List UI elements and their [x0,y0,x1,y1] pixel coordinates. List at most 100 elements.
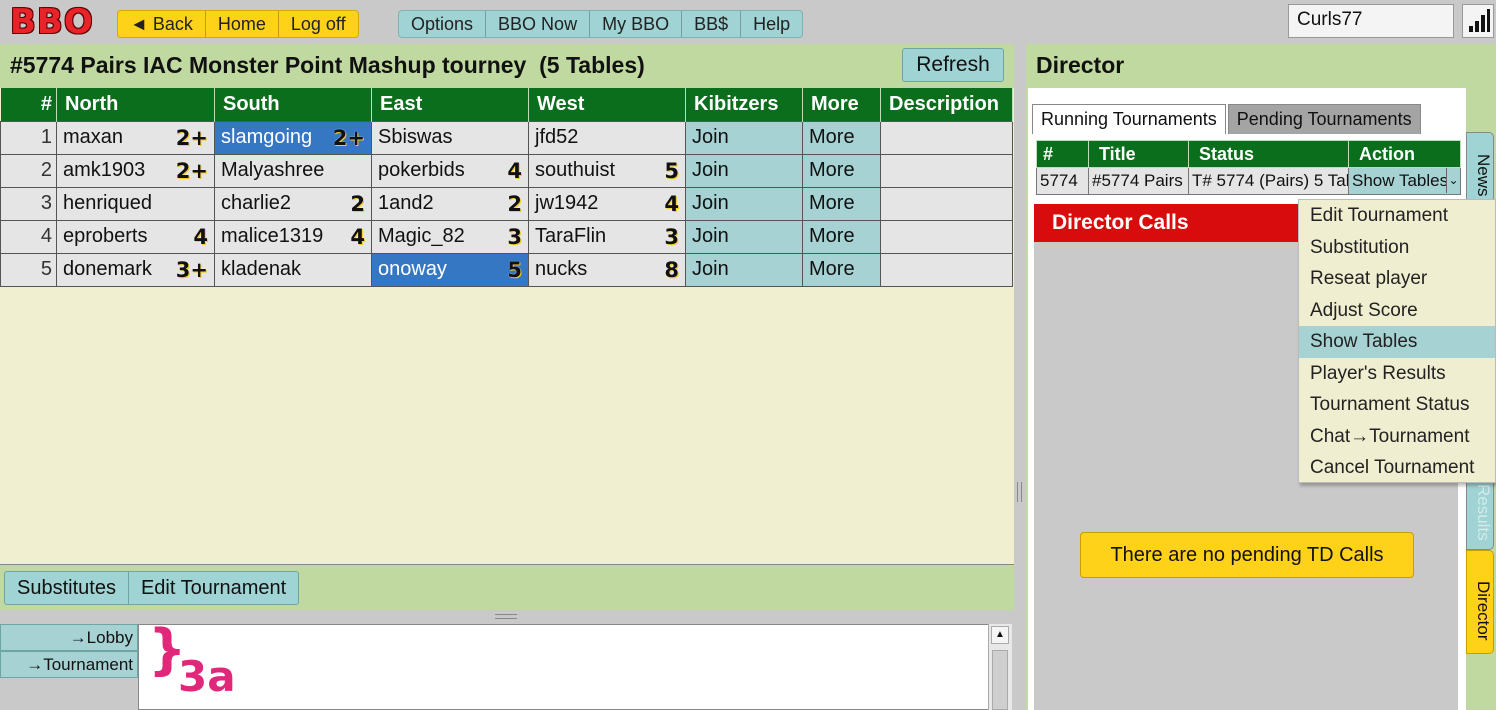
menu-item[interactable]: Player's Results [1299,358,1495,390]
logoff-button[interactable]: Log off [279,11,358,37]
home-button[interactable]: Home [206,11,279,37]
col-kibitzers[interactable]: Kibitzers [685,88,803,121]
table-row[interactable]: 2 amk1903 2+ Malyashree pokerbids 4 southuist 5… [0,153,1013,188]
scroll-thumb[interactable] [992,650,1008,710]
skill-level-badge: 4 [193,224,208,249]
more-link[interactable]: More [802,120,881,155]
table-row[interactable]: 3 henriqued charlie2 2 1and2 2 jw1942 4 Join More [0,186,1013,221]
seat-east[interactable]: pokerbids 4 [371,153,529,188]
scroll-up-icon[interactable]: ▲ [991,626,1009,644]
seat-north[interactable]: amk1903 2+ [56,153,215,188]
seat-north[interactable]: maxan 2+ [56,120,215,155]
tab-pending-tournaments[interactable]: Pending Tournaments [1227,104,1421,134]
player-name: Malyashree [221,159,325,181]
more-link[interactable]: More [802,219,881,254]
col-more[interactable]: More [802,88,881,121]
more-link[interactable]: More [802,252,881,287]
table-row[interactable]: 5 donemark 3+ kladenak onoway 5 nucks 8 Join More [0,252,1013,287]
table-row[interactable]: 5774 #5774 Pairs IAC Monster Point Mashu… [1036,167,1461,195]
skill-level-badge: 3+ [175,257,208,282]
menu-item[interactable]: Cancel Tournament [1299,452,1495,484]
substitutes-button[interactable]: Substitutes [5,572,129,604]
seat-south[interactable]: charlie2 2 [214,186,372,221]
more-link[interactable]: More [802,153,881,188]
side-tab-director[interactable]: Director [1466,550,1494,654]
menu-item[interactable]: Chat→Tournament [1299,421,1495,453]
bb-dollars-button[interactable]: BB$ [682,11,742,37]
refresh-button[interactable]: Refresh [902,48,1004,82]
seat-north[interactable]: henriqued [56,186,215,221]
join-link[interactable]: Join [685,153,803,188]
table-header-row: # North South East West Kibitzers More D… [0,88,1013,121]
seat-south[interactable]: slamgoing 2+ [214,120,372,155]
more-link[interactable]: More [802,186,881,221]
menu-item[interactable]: Adjust Score [1299,295,1495,327]
chevron-down-icon[interactable]: ⌄ [1446,168,1460,193]
join-link[interactable]: Join [685,252,803,287]
table-row[interactable]: 4 eproberts 4 malice1319 4 Magic_82 3 TaraFlin 3… [0,219,1013,254]
seat-west[interactable]: southuist 5 [528,153,686,188]
seat-west[interactable]: nucks 8 [528,252,686,287]
menu-item[interactable]: Show Tables [1299,326,1495,358]
col-status[interactable]: Status [1188,140,1349,168]
bbo-now-button[interactable]: BBO Now [486,11,591,37]
join-link[interactable]: Join [685,219,803,254]
action-select[interactable]: Show Tables ⌄ [1348,167,1461,195]
seat-east[interactable]: 1and2 2 [371,186,529,221]
menu-item[interactable]: Tournament Status [1299,389,1495,421]
col-id[interactable]: # [1036,140,1089,168]
running-tournaments-table: # Title Status Action 5774 #5774 Pairs I… [1036,140,1461,195]
table-number: 2 [0,153,57,188]
my-bbo-button[interactable]: My BBO [590,11,683,37]
seat-west[interactable]: TaraFlin 3 [528,219,686,254]
seat-east[interactable]: Magic_82 3 [371,219,529,254]
chat-to-lobby[interactable]: →Lobby [0,624,138,651]
seat-east[interactable]: onoway 5 [371,252,529,287]
description-cell [880,186,1013,221]
signal-strength-icon[interactable] [1462,4,1494,38]
options-button[interactable]: Options [399,11,487,37]
director-tabs: Running Tournaments Pending Tournaments [1032,104,1423,134]
col-title[interactable]: Title [1088,140,1189,168]
edit-tournament-button[interactable]: Edit Tournament [129,572,298,604]
skill-level-badge: 2 [350,191,365,216]
menu-item[interactable]: Substitution [1299,232,1495,264]
col-description[interactable]: Description [880,88,1013,121]
help-button[interactable]: Help [741,11,802,37]
seat-south[interactable]: kladenak [214,252,372,287]
join-link[interactable]: Join [685,120,803,155]
player-name: southuist [535,159,616,181]
seat-north[interactable]: eproberts 4 [56,219,215,254]
chat-area[interactable] [138,624,1012,710]
tournament-status-cell: T# 5774 (Pairs) 5 Tables [1188,167,1349,195]
seat-north[interactable]: donemark 3+ [56,252,215,287]
seat-south[interactable]: Malyashree [214,153,372,188]
seat-east[interactable]: Sbiswas [371,120,529,155]
bbo-logo[interactable]: BBO [10,2,94,42]
skill-level-badge: 4 [350,224,365,249]
vertical-splitter[interactable] [1014,44,1026,710]
tab-running-tournaments[interactable]: Running Tournaments [1032,104,1226,134]
chat-scrollbar[interactable]: ▲ [988,624,1012,710]
col-action[interactable]: Action [1348,140,1461,168]
join-link[interactable]: Join [685,186,803,221]
tournament-action-bar: Substitutes Edit Tournament [0,564,1014,610]
seat-south[interactable]: malice1319 4 [214,219,372,254]
player-name: Magic_82 [378,225,465,247]
seat-west[interactable]: jfd52 [528,120,686,155]
description-cell [880,153,1013,188]
col-west[interactable]: West [528,88,686,121]
back-button[interactable]: ◄ Back [118,11,206,37]
col-north[interactable]: North [56,88,215,121]
col-number[interactable]: # [0,88,57,121]
menu-item[interactable]: Reseat player [1299,263,1495,295]
no-calls-message: There are no pending TD Calls [1080,532,1414,578]
username-box[interactable]: Curls77 [1288,4,1454,38]
chat-to-tournament[interactable]: →Tournament [0,651,138,678]
col-east[interactable]: East [371,88,529,121]
side-tab-results[interactable]: Results [1466,472,1494,550]
col-south[interactable]: South [214,88,372,121]
table-row[interactable]: 1 maxan 2+ slamgoing 2+ Sbiswas jfd52 Join More [0,120,1013,155]
menu-item[interactable]: Edit Tournament [1299,200,1495,232]
seat-west[interactable]: jw1942 4 [528,186,686,221]
